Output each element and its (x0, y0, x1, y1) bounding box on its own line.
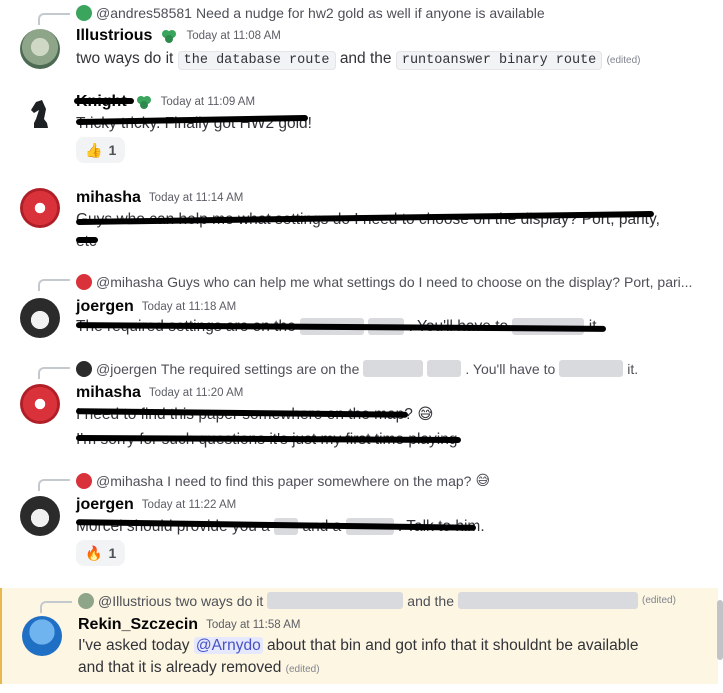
message-joergen: @mihasha Guys who can help me what setti… (0, 266, 716, 350)
mini-avatar (76, 360, 92, 377)
username[interactable]: Illustrious (76, 27, 152, 45)
spoiler[interactable] (458, 592, 638, 609)
discord-avatar-icon (76, 5, 92, 21)
spoiler[interactable] (363, 360, 424, 377)
username[interactable]: joergen (76, 496, 134, 514)
sweat-smile-emoji: 😅 (417, 406, 434, 423)
reply-preview[interactable]: @mihasha I need to find this paper somew… (76, 472, 490, 489)
mini-avatar (76, 274, 92, 290)
timestamp: Today at 11:18 AM (141, 301, 237, 313)
mini-avatar (78, 592, 94, 609)
inline-code: the database route (177, 51, 336, 70)
avatar[interactable] (20, 29, 60, 69)
chess-knight-icon (31, 100, 48, 128)
scrollbar[interactable] (717, 600, 723, 660)
leaf-badge-icon (160, 27, 178, 45)
username[interactable]: mihasha (76, 384, 141, 402)
spoiler[interactable] (559, 360, 624, 377)
message-joergen-2: @mihasha I need to find this paper somew… (0, 466, 716, 574)
avatar[interactable] (20, 298, 60, 338)
message-rekin-szczecin: @Illustrious two ways do it and the (edi… (0, 588, 718, 684)
redaction-mark (74, 98, 134, 104)
avatar[interactable] (20, 92, 60, 132)
reply-connector (38, 13, 70, 25)
reply-connector (40, 601, 72, 613)
timestamp: Today at 11:08 AM (186, 30, 281, 42)
reply-preview[interactable]: @mihasha Guys who can help me what setti… (76, 274, 692, 290)
message-mihasha: mihasha Today at 11:14 AM Guys who can h… (0, 180, 716, 260)
reaction-fire[interactable]: 🔥 1 (76, 540, 126, 566)
timestamp: Today at 11:22 AM (141, 499, 237, 511)
avatar[interactable] (20, 384, 60, 424)
username[interactable]: mihasha (76, 189, 141, 207)
reaction-thumbs-up[interactable]: 👍 1 (76, 137, 126, 163)
edited-label: (edited) (606, 55, 641, 66)
redaction-mark (76, 237, 98, 243)
avatar[interactable] (20, 188, 60, 228)
message-knight: Knight Today at 11:09 AM Tricky tricky. … (0, 84, 716, 170)
sweat-smile-emoji: 😅 (475, 472, 491, 488)
timestamp: Today at 11:14 AM (148, 192, 244, 204)
fire-icon: 🔥 (85, 544, 103, 561)
spoiler[interactable] (427, 360, 462, 377)
message-content: two ways do it the database route and th… (76, 50, 641, 70)
thumbs-up-icon: 👍 (85, 141, 103, 158)
leaf-badge-icon (135, 93, 153, 111)
avatar[interactable] (22, 616, 62, 656)
message-mihasha-2: @joergen The required settings are on th… (0, 354, 716, 454)
reply-connector (38, 367, 70, 379)
reply-preview[interactable]: @joergen The required settings are on th… (76, 360, 638, 377)
username[interactable]: joergen (76, 298, 134, 316)
message-illustrious: @andres58581 Need a nudge for hw2 gold a… (0, 0, 716, 76)
message-content: I've asked today @Arnydo about that bin … (78, 637, 639, 676)
reply-preview[interactable]: @andres58581 Need a nudge for hw2 gold a… (76, 5, 545, 21)
timestamp: Today at 11:20 AM (148, 387, 244, 399)
reply-connector (38, 479, 70, 491)
spoiler[interactable] (267, 592, 404, 609)
username[interactable]: Rekin_Szczecin (78, 616, 198, 634)
timestamp: Today at 11:09 AM (160, 96, 256, 108)
user-mention[interactable]: @Arnydo (193, 637, 263, 654)
inline-code: runtoanswer binary route (395, 51, 603, 70)
avatar[interactable] (20, 496, 60, 536)
reply-connector (38, 279, 70, 291)
timestamp: Today at 11:58 AM (206, 619, 301, 631)
mini-avatar (76, 472, 92, 489)
reply-preview[interactable]: @Illustrious two ways do it and the (edi… (78, 592, 676, 609)
